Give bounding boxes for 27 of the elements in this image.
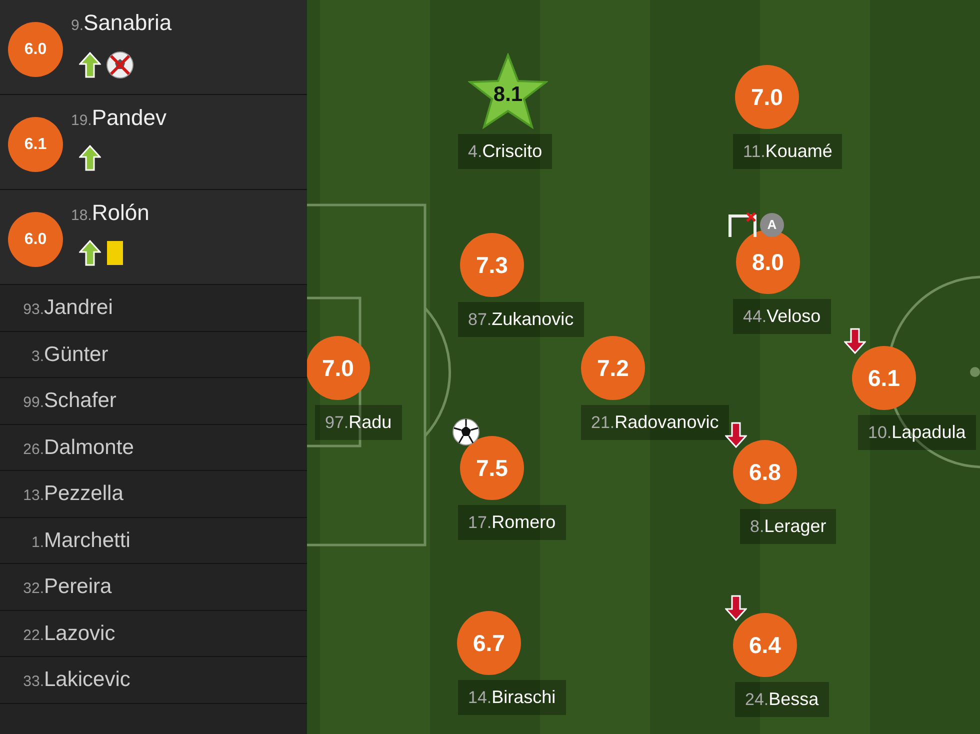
rating-badge: 6.0 xyxy=(8,22,63,77)
player-name: 18.Rolón xyxy=(71,202,150,224)
player-name: 87.Zukanovic xyxy=(458,302,584,337)
player-name: 19.Pandev xyxy=(71,107,166,129)
player-name: 21.Radovanovic xyxy=(581,405,729,440)
rating-star: 8.1 xyxy=(468,53,548,129)
player-name: 97.Radu xyxy=(315,405,402,440)
player-name: 26.Dalmonte xyxy=(22,436,134,458)
player-name: 1.Marchetti xyxy=(30,530,130,551)
player-name: 24.Bessa xyxy=(735,682,829,717)
player-name: 93.Jandrei xyxy=(22,297,113,318)
player-name: 33.Lakicevic xyxy=(22,669,130,690)
player-name: 4.Criscito xyxy=(458,134,552,169)
player-name: 44.Veloso xyxy=(733,299,831,334)
player-name: 10.Lapadula xyxy=(858,415,976,450)
player-name: 14.Biraschi xyxy=(458,680,566,715)
player-name: 11.Kouamé xyxy=(733,134,842,169)
rating-badge: 6.1 xyxy=(8,117,63,172)
rating-badge: 6.0 xyxy=(8,212,63,267)
player-name: 3.Günter xyxy=(30,344,108,365)
player-name: 99.Schafer xyxy=(22,390,116,412)
player-name: 32.Pereira xyxy=(22,576,112,598)
player-name: 9.Sanabria xyxy=(71,12,172,34)
player-name: 22.Lazovic xyxy=(22,622,116,644)
player-name: 17.Romero xyxy=(458,505,566,540)
player-name: 13.Pezzella xyxy=(22,483,124,504)
player-name: 8.Lerager xyxy=(740,509,836,544)
